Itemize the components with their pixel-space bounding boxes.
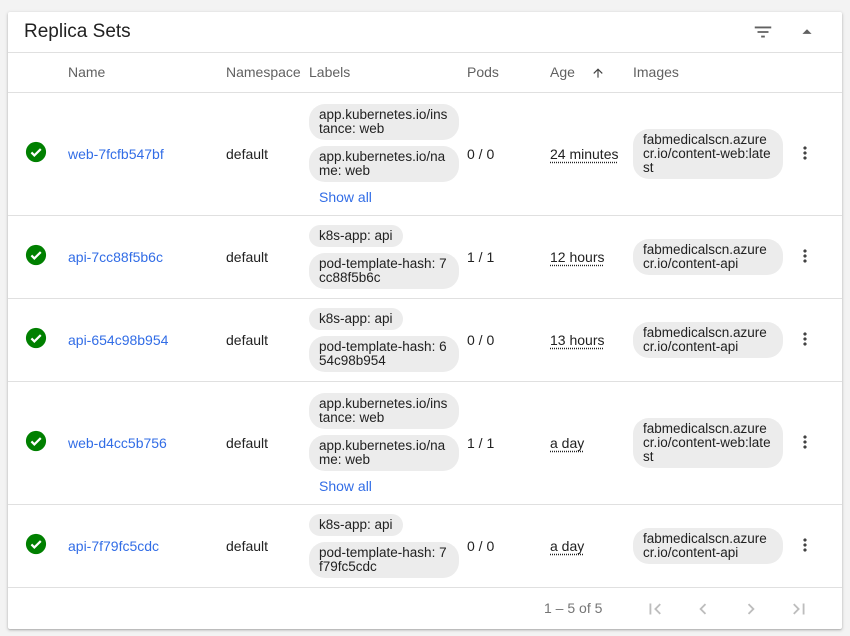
show-all-button[interactable]: Show all [319,478,372,494]
replicaset-name-link[interactable]: api-7cc88f5b6c [68,249,163,265]
replicaset-name-link[interactable]: api-654c98b954 [68,332,168,348]
paginator: 1 – 5 of 5 [8,588,842,629]
label-chip: pod-template-hash: 7cc88f5b6c [309,252,459,289]
age-value: 24 minutes [550,145,619,162]
table-row: api-7f79fc5cdc default k8s-app: api pod-… [8,504,842,588]
more-actions-button[interactable] [793,430,817,454]
chevron-right-icon [747,603,755,615]
replica-sets-card: Replica Sets Name Namespace Labels Pods [8,12,842,629]
more-actions-button[interactable] [793,141,817,165]
check-circle-icon [25,430,47,452]
more-vert-icon [803,435,807,449]
pods-cell: 0 / 0 [467,298,550,382]
table-header-row: Name Namespace Labels Pods Age Images [8,53,842,93]
pods-cell: 1 / 1 [467,381,550,505]
previous-page-button[interactable] [690,596,716,622]
column-header-age[interactable]: Age [550,53,633,93]
filter-button[interactable] [749,18,777,46]
more-vert-icon [803,146,807,160]
label-chip: app.kubernetes.io/name: web [309,434,459,471]
labels-list: app.kubernetes.io/instance: web app.kube… [309,95,467,213]
table-row: api-654c98b954 default k8s-app: api pod-… [8,298,842,382]
replica-sets-table: Name Namespace Labels Pods Age Images we… [8,53,842,588]
labels-list: k8s-app: api pod-template-hash: 7cc88f5b… [309,216,467,298]
table-row: web-7fcfb547bf default app.kubernetes.io… [8,92,842,216]
replicaset-name-link[interactable]: api-7f79fc5cdc [68,538,159,554]
labels-list: k8s-app: api pod-template-hash: 654c98b9… [309,299,467,381]
label-chip: app.kubernetes.io/instance: web [309,103,459,140]
column-header-namespace[interactable]: Namespace [226,53,309,93]
first-page-button[interactable] [642,596,668,622]
check-circle-icon [25,141,47,163]
namespace-cell: default [226,298,309,382]
more-vert-icon [803,249,807,263]
age-value: 13 hours [550,331,605,348]
label-chip: pod-template-hash: 654c98b954 [309,335,459,372]
check-circle-icon [25,244,47,266]
more-vert-icon [803,332,807,346]
show-all-button[interactable]: Show all [319,189,372,205]
labels-list: app.kubernetes.io/instance: web app.kube… [309,384,467,502]
check-circle-icon [25,327,47,349]
first-page-icon [649,603,661,615]
age-value: a day [550,537,585,554]
label-chip: k8s-app: api [309,307,403,330]
page-range-label: 1 – 5 of 5 [544,600,603,616]
image-chip: fabmedicalscn.azurecr.io/content-api [633,321,783,358]
age-value: 12 hours [550,248,605,265]
column-header-images: Images [633,53,793,93]
replicaset-name-link[interactable]: web-7fcfb547bf [68,146,164,162]
namespace-cell: default [226,381,309,505]
column-header-age-label: Age [550,64,575,81]
collapse-button[interactable] [793,18,821,46]
more-actions-button[interactable] [793,244,817,268]
namespace-cell: default [226,215,309,299]
last-page-button[interactable] [786,596,812,622]
label-chip: pod-template-hash: 7f79fc5cdc [309,541,459,578]
pods-cell: 0 / 0 [467,504,550,588]
table-row: web-d4cc5b756 default app.kubernetes.io/… [8,381,842,505]
arrow-up-icon [593,68,603,79]
next-page-button[interactable] [738,596,764,622]
labels-list: k8s-app: api pod-template-hash: 7f79fc5c… [309,505,467,587]
column-header-pods: Pods [467,53,550,93]
filter-icon [754,26,772,38]
namespace-cell: default [226,504,309,588]
more-actions-button[interactable] [793,327,817,351]
image-chip: fabmedicalscn.azurecr.io/content-web:lat… [633,417,783,468]
image-chip: fabmedicalscn.azurecr.io/content-api [633,527,783,564]
age-value: a day [550,434,585,451]
chevron-left-icon [699,603,707,615]
column-header-name[interactable]: Name [68,53,226,93]
check-circle-icon [25,533,47,555]
caret-up-icon [802,29,812,34]
replicaset-name-link[interactable]: web-d4cc5b756 [68,435,167,451]
card-title: Replica Sets [24,21,131,42]
namespace-cell: default [226,92,309,216]
more-actions-button[interactable] [793,533,817,557]
label-chip: k8s-app: api [309,224,403,247]
pods-cell: 1 / 1 [467,215,550,299]
label-chip: app.kubernetes.io/instance: web [309,392,459,429]
table-row: api-7cc88f5b6c default k8s-app: api pod-… [8,215,842,299]
label-chip: app.kubernetes.io/name: web [309,145,459,182]
pods-cell: 0 / 0 [467,92,550,216]
label-chip: k8s-app: api [309,513,403,536]
card-header: Replica Sets [8,12,842,53]
more-vert-icon [803,538,807,552]
image-chip: fabmedicalscn.azurecr.io/content-api [633,238,783,275]
last-page-icon [793,603,805,615]
column-header-labels: Labels [309,53,467,93]
image-chip: fabmedicalscn.azurecr.io/content-web:lat… [633,128,783,179]
